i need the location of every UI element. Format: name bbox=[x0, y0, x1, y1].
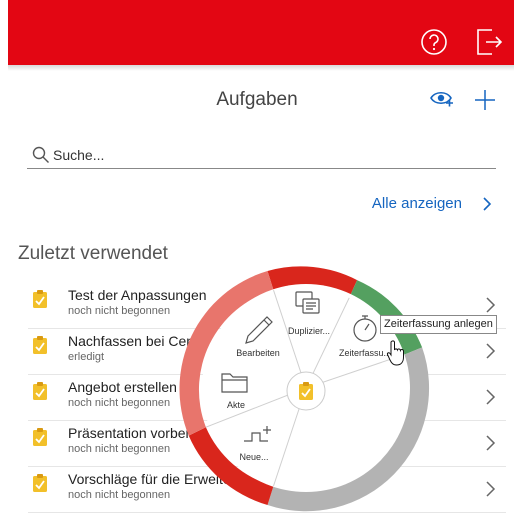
radial-menu: Duplizier... Zeiterfassu... Neue... Akte… bbox=[179, 266, 430, 512]
menu-item-label: Bearbeiten bbox=[236, 348, 280, 358]
menu-item-label: Neue... bbox=[239, 452, 268, 462]
task-clipboard-icon bbox=[299, 382, 313, 400]
menu-item-label: Duplizier... bbox=[288, 326, 330, 336]
menu-item-label: Zeiterfassu... bbox=[339, 348, 391, 358]
tooltip: Zeiterfassung anlegen bbox=[380, 315, 497, 334]
menu-item-label: Akte bbox=[227, 400, 245, 410]
